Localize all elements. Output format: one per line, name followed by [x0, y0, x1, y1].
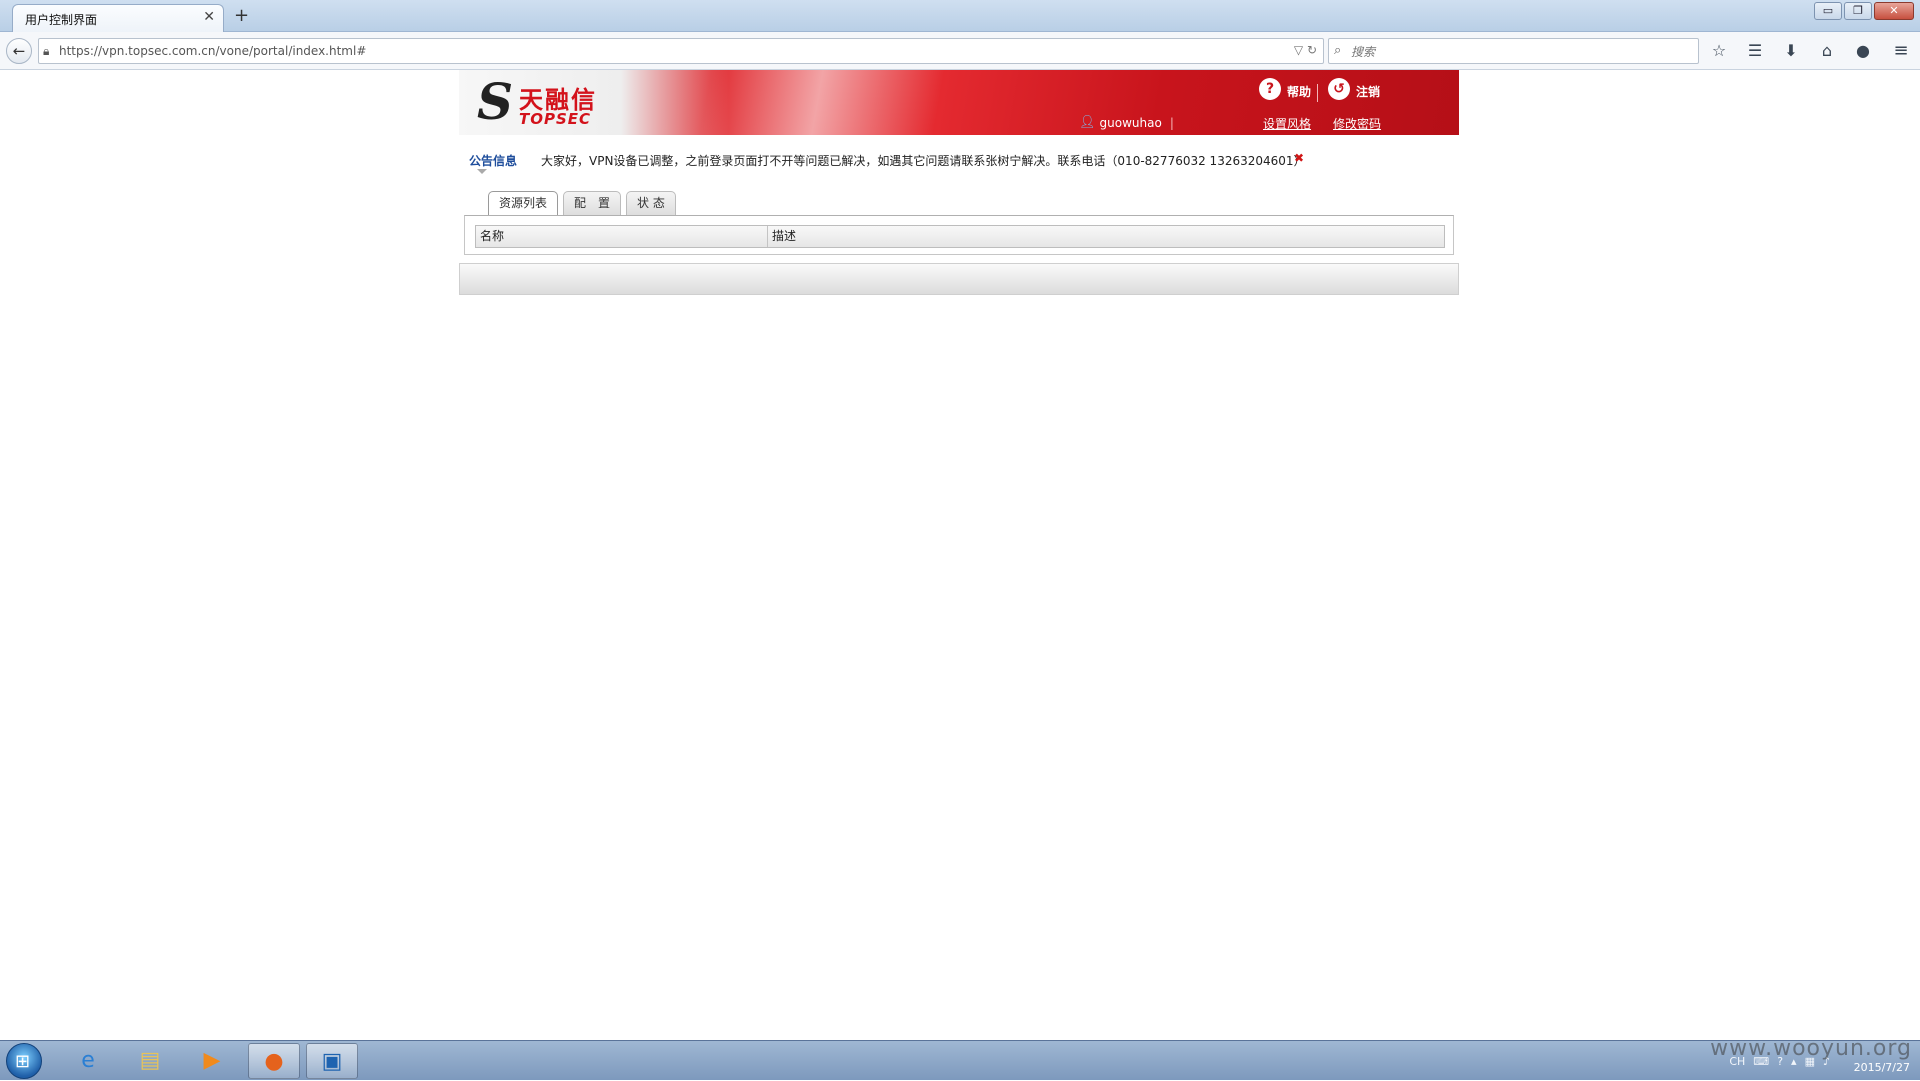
tab-config[interactable]: 配 置	[563, 191, 622, 215]
search-input[interactable]	[1351, 43, 1691, 61]
announcement-text: 大家好，VPN设备已调整，之前登录页面打不开等问题已解决，如遇其它问题请联系张树…	[541, 154, 1306, 168]
announcement-caret-icon	[477, 169, 487, 175]
page-footer-bar	[459, 263, 1459, 295]
announcement-label: 公告信息	[469, 154, 518, 168]
announcement-close-icon[interactable]: ✖	[1294, 151, 1304, 165]
topsec-logo: S 天融信 TOPSEC	[459, 70, 729, 135]
search-icon: ⌕	[1334, 43, 1342, 58]
header-banner: S 天融信 TOPSEC ? 帮助 ↺ 注销 👤︎ guowuhao | 设置风…	[459, 70, 1459, 135]
media-player-icon[interactable]: ▶	[186, 1043, 238, 1079]
change-password-link[interactable]: 修改密码	[1333, 115, 1381, 132]
wooyun-watermark: www.wooyun.org	[1710, 1036, 1912, 1061]
back-button[interactable]: ←	[6, 38, 32, 64]
tab-status[interactable]: 状 态	[626, 191, 676, 215]
user-divider: |	[1169, 115, 1174, 130]
set-style-link[interactable]: 设置风格	[1263, 115, 1311, 132]
help-label: 帮助	[1287, 85, 1312, 99]
windows-logo-icon: ⊞	[15, 1051, 31, 1072]
logout-icon: ↺	[1328, 78, 1350, 100]
resource-panel: 名称 描述	[464, 215, 1454, 255]
logo-english-name: TOPSEC	[519, 110, 592, 128]
bookmarks-list-icon[interactable]: ☰	[1744, 40, 1766, 62]
column-header-description[interactable]: 描述	[768, 226, 1444, 247]
window-controls: ▭ ❐ ✕	[1814, 2, 1914, 20]
lock-icon: 🔒︎	[43, 44, 50, 58]
start-button[interactable]: ⊞	[6, 1043, 42, 1079]
reload-icon[interactable]: ↻	[1307, 43, 1317, 57]
username: guowuhao	[1099, 115, 1162, 130]
back-arrow-icon: ←	[12, 42, 26, 60]
new-tab-button[interactable]: +	[234, 5, 249, 26]
header-divider	[1317, 84, 1318, 102]
column-header-name[interactable]: 名称	[476, 226, 768, 247]
restore-button[interactable]: ❐	[1844, 2, 1872, 20]
vm-icon[interactable]: ▣	[306, 1043, 358, 1079]
clock-date: 2015/7/27	[1853, 1061, 1910, 1074]
url-controls: ▽ ↻	[1294, 43, 1317, 57]
close-window-button[interactable]: ✕	[1874, 2, 1914, 20]
dropdown-icon[interactable]: ▽	[1294, 43, 1303, 57]
current-user: 👤︎ guowuhao |	[1079, 115, 1174, 130]
ie-icon[interactable]: e	[62, 1043, 114, 1079]
tab-resource-list[interactable]: 资源列表	[488, 191, 559, 215]
logo-mark: S	[477, 72, 514, 131]
home-icon[interactable]: ⌂	[1816, 40, 1838, 62]
browser-titlebar: 用户控制界面 ✕ + ▭ ❐ ✕	[0, 0, 1920, 32]
bookmark-star-icon[interactable]: ☆	[1708, 40, 1730, 62]
announcement-bar: 公告信息 大家好，VPN设备已调整，之前登录页面打不开等问题已解决，如遇其它问题…	[459, 135, 1459, 191]
minimize-button[interactable]: ▭	[1814, 2, 1842, 20]
chat-icon[interactable]: ●	[1852, 40, 1874, 62]
search-box[interactable]: ⌕	[1328, 38, 1699, 64]
download-icon[interactable]: ⬇	[1780, 40, 1802, 62]
address-bar[interactable]: 🔒︎ https://vpn.topsec.com.cn/vone/portal…	[38, 38, 1324, 64]
tab-title: 用户控制界面	[25, 13, 98, 27]
browser-tab[interactable]: 用户控制界面 ✕	[12, 4, 224, 32]
user-icon: 👤︎	[1079, 115, 1096, 130]
portal-page: S 天融信 TOPSEC ? 帮助 ↺ 注销 👤︎ guowuhao | 设置风…	[459, 70, 1459, 295]
explorer-icon[interactable]: ▤	[124, 1043, 176, 1079]
resource-table-header: 名称 描述	[475, 225, 1445, 248]
url-text[interactable]: https://vpn.topsec.com.cn/vone/portal/in…	[59, 44, 366, 58]
help-icon: ?	[1259, 78, 1281, 100]
toolbar-icons: ☆ ☰ ⬇ ⌂ ●	[1708, 40, 1874, 62]
tab-close-icon[interactable]: ✕	[203, 9, 215, 25]
firefox-icon[interactable]: ●	[248, 1043, 300, 1079]
help-button[interactable]: ? 帮助	[1259, 78, 1311, 100]
windows-taskbar: ⊞ e ▤ ▶ ● ▣ CH ⌨ ? ▴ ▦ ♪ 2015/7/27	[0, 1040, 1920, 1080]
logout-button[interactable]: ↺ 注销	[1328, 78, 1380, 100]
browser-navbar: ← 🔒︎ https://vpn.topsec.com.cn/vone/port…	[0, 32, 1920, 70]
hamburger-menu-icon[interactable]: ≡	[1890, 40, 1912, 62]
logout-label: 注销	[1356, 85, 1381, 99]
portal-tabs: 资源列表 配 置 状 态	[459, 191, 1459, 215]
